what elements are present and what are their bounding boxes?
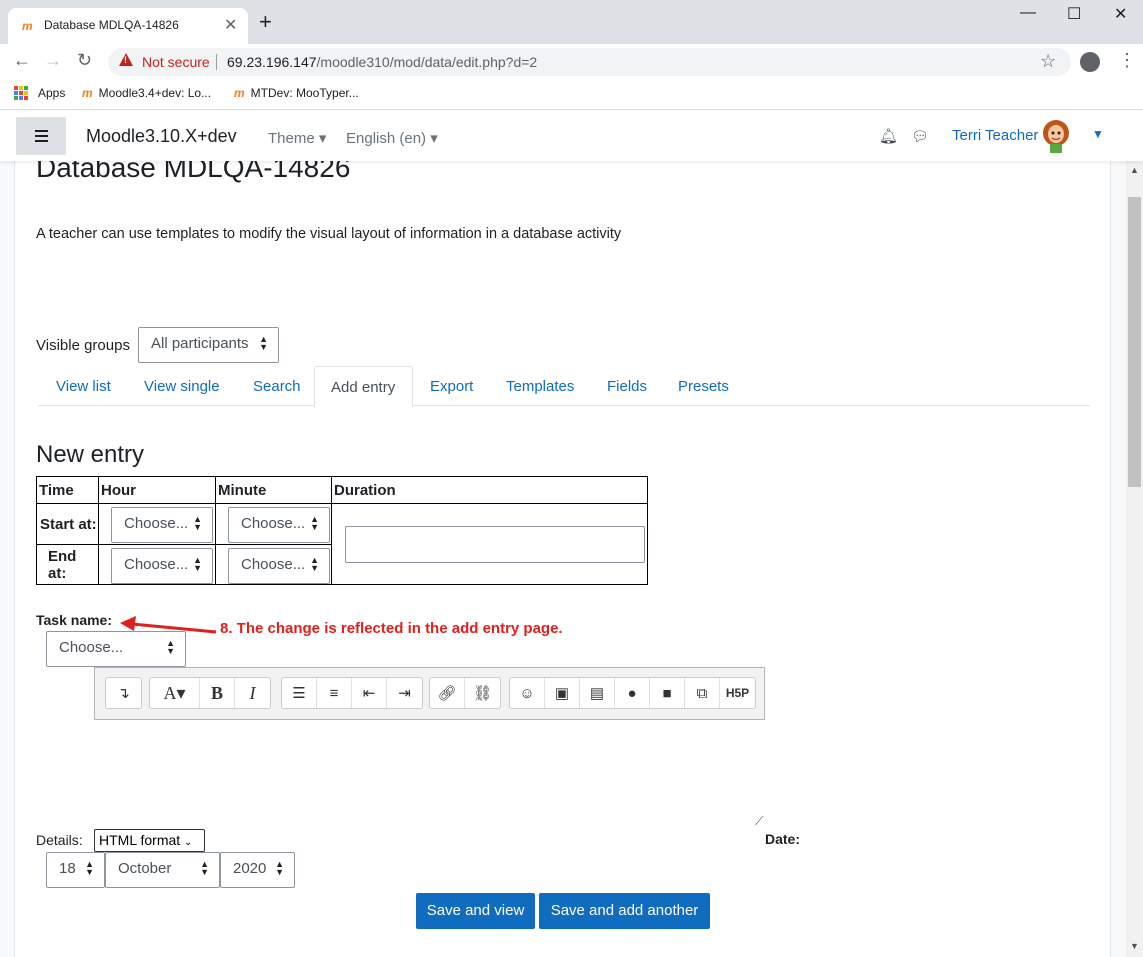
media-icon[interactable]: ▤ [580,678,615,708]
hamburger-icon [35,130,48,132]
start-hour-select[interactable]: Choose... ▲ ▼ [111,507,213,543]
table-header-minute: Minute [215,476,332,504]
annotation-text: 8. The change is reflected in the add en… [220,620,563,637]
activity-intro: A teacher can use templates to modify th… [36,226,622,242]
user-menu-name[interactable]: Terri Teacher [952,127,1038,144]
back-arrow-icon[interactable]: ← [13,50,31,71]
resize-handle-icon[interactable]: ⟋ [755,814,763,829]
bookmark-mtdev[interactable]: m MTDev: MooTyper... [234,86,359,100]
image-icon[interactable]: ▣ [545,678,580,708]
tab-export[interactable]: Export [430,378,473,395]
month-select[interactable]: October ▲ ▼ [105,852,220,888]
indent-icon[interactable]: ⇥ [387,678,422,708]
tab-presets[interactable]: Presets [678,378,729,395]
tab-view-list[interactable]: View list [56,378,111,395]
end-minute-select[interactable]: Choose... ▲ ▼ [228,548,330,584]
tab-add-entry[interactable]: Add entry [314,366,413,407]
scroll-down-icon[interactable]: ▼ [1130,941,1139,951]
bookmark-apps[interactable]: Apps [38,86,65,100]
manage-files-icon[interactable]: ⧉ [685,678,720,708]
end-hour-select[interactable]: Choose... ▲ ▼ [111,548,213,584]
details-label: Details: [36,832,83,848]
tab-search[interactable]: Search [253,378,301,395]
font-color-icon[interactable]: A▾ [150,678,200,708]
tab-view-single[interactable]: View single [144,378,220,395]
save-and-add-another-button[interactable]: Save and add another [539,893,710,929]
reload-icon[interactable]: ↻ [77,50,92,71]
table-header-hour: Hour [98,476,216,504]
profile-icon[interactable] [1080,52,1100,72]
bell-icon[interactable]: 🔔︎ [879,127,898,145]
table-header-time: Time [36,476,99,504]
apps-grid-icon[interactable] [14,86,28,100]
scrollbar-thumb[interactable] [1128,197,1141,487]
visible-groups-select[interactable]: All participants ▲ ▼ [138,327,279,363]
chat-icon[interactable]: 💬︎ [911,128,929,145]
task-name-label: Task name: [36,612,112,628]
bookmarks-bar: Apps m Moodle3.4+dev: Lo... m MTDev: MooTy… [0,80,1143,110]
start-minute-select[interactable]: Choose... ▲ ▼ [228,507,330,543]
close-tab-icon[interactable]: ✕ [224,15,237,35]
site-name[interactable]: Moodle3.10.X+dev [86,126,237,147]
h5p-icon[interactable]: H5P [720,678,755,708]
moodle-navbar: Moodle3.10.X+dev Theme ▾ English (en) ▾ … [0,111,1143,161]
day-select[interactable]: 18 ▲ ▼ [46,852,105,888]
minimize-button[interactable]: — [1020,4,1036,22]
browser-toolbar: ← → ↻ ! Not secure 69.23.196.147/moodle3… [0,44,1143,80]
tab-fields[interactable]: Fields [607,378,647,395]
date-label: Date: [765,831,801,847]
drawer-toggle-button[interactable] [16,117,66,155]
visible-groups-label: Visible groups [36,337,130,354]
table-row-label-start: Start at: [36,503,99,545]
unlink-icon[interactable]: ⛓ [465,678,500,708]
table-header-duration: Duration [331,476,648,504]
sort-arrows-icon: ▲ ▼ [259,334,268,352]
record-audio-icon[interactable]: ● [615,678,650,708]
duration-input[interactable] [345,526,645,563]
format-select[interactable]: HTML format ⌄ [94,829,205,852]
browser-tab-strip: m Database MDLQA-14826 ✕ + — ☐ ✕ [0,0,1143,44]
chevron-down-icon[interactable]: ▼ [1092,127,1104,141]
bookmark-star-icon[interactable]: ☆ [1040,51,1056,72]
year-select[interactable]: 2020 ▲ ▼ [220,852,295,888]
scroll-up-icon[interactable]: ▲ [1130,165,1139,175]
editor-toolbar: ↴ A▾ B I ☰ ≡ ⇤ ⇥ 🔗︎ ⛓ ☺ ▣ ▤ ● ■ ⧉ H5P [94,667,765,720]
moodle-favicon-icon: m [82,86,93,100]
browser-tab-title: Database MDLQA-14826 [44,18,179,32]
chrome-menu-icon[interactable]: ⋮ [1118,50,1136,71]
new-tab-button[interactable]: + [259,11,272,33]
table-row-label-end: End at: [36,544,99,585]
security-indicator[interactable]: Not secure [142,54,210,70]
moodle-favicon-icon: m [22,19,33,33]
section-heading: New entry [36,441,145,468]
emoji-icon[interactable]: ☺ [510,678,545,708]
maximize-button[interactable]: ☐ [1067,4,1081,24]
language-menu[interactable]: English (en) ▾ [346,129,438,147]
save-and-view-button[interactable]: Save and view [416,893,535,929]
record-video-icon[interactable]: ■ [650,678,685,708]
tab-templates[interactable]: Templates [506,378,574,395]
unordered-list-icon[interactable]: ☰ [282,678,317,708]
activity-tabs: View list View single Search Add entry E… [38,366,1090,407]
bookmark-moodle34[interactable]: m Moodle3.4+dev: Lo... [82,86,211,100]
outdent-icon[interactable]: ⇤ [352,678,387,708]
theme-menu[interactable]: Theme ▾ [268,129,326,147]
link-icon[interactable]: 🔗︎ [430,678,465,708]
close-window-button[interactable]: ✕ [1114,4,1127,24]
italic-icon[interactable]: I [235,678,270,708]
ordered-list-icon[interactable]: ≡ [317,678,352,708]
collapse-icon[interactable]: ↴ [106,678,141,708]
bold-icon[interactable]: B [200,678,235,708]
forward-arrow-icon[interactable]: → [44,50,62,71]
avatar[interactable] [1040,119,1072,153]
address-bar[interactable]: ! Not secure 69.23.196.147/moodle310/mod… [108,48,1071,76]
url-text[interactable]: 69.23.196.147/moodle310/mod/data/edit.ph… [227,54,537,70]
browser-tab[interactable]: m Database MDLQA-14826 ✕ [8,8,248,44]
task-name-select[interactable]: Choose... ▲ ▼ [46,631,186,667]
moodle-favicon-icon: m [234,86,245,100]
